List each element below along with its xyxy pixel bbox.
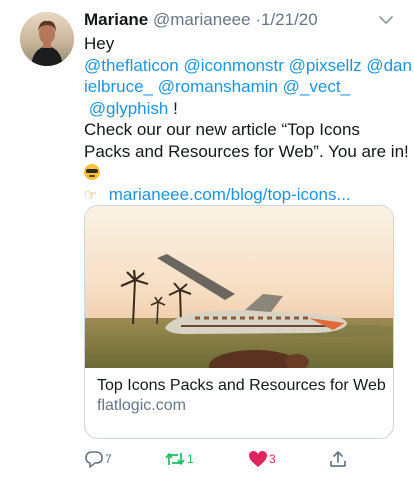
greeting-text: Hey [84,34,115,53]
like-count: 3 [269,452,276,466]
emoji-line [84,162,402,184]
link-preview-card[interactable]: Top Icons Packs and Resources for Web fl… [84,205,394,439]
exclaim-text: ! [168,98,178,118]
card-info: Top Icons Packs and Resources for Web fl… [97,376,387,416]
tweet-actions: 7 1 3 [84,448,404,470]
card-image[interactable] [85,206,394,368]
retweet-button[interactable]: 1 [164,448,194,470]
mentions-link[interactable]: @theflaticon @iconmonstr @pixsellz @dan [84,55,412,77]
reply-icon [85,451,103,468]
card-title[interactable]: Top Icons Packs and Resources for Web [97,376,387,395]
link-line: ☞ marianeee.com/blog/top-icons... [84,184,402,206]
caret-down-icon[interactable] [378,14,394,26]
like-button[interactable]: 3 [248,448,276,470]
article-link[interactable]: marianeee.com/blog/top-icons... [109,185,351,204]
tweet[interactable]: Mariane @marianeee ·1/21/20 Hey @theflat… [0,0,414,477]
heart-icon [249,451,267,467]
share-button[interactable] [329,448,347,470]
reply-count: 7 [105,452,112,466]
mention-glyphish-link[interactable]: @glyphish [89,99,169,118]
share-icon [330,451,346,467]
retweet-count: 1 [187,452,194,466]
author-name[interactable]: Mariane [84,10,148,29]
tweet-date[interactable]: 1/21/20 [261,10,318,29]
sunglasses-emoji-icon [84,164,100,180]
retweet-icon [165,453,185,465]
article-text: Check our our new article “Top Icons [84,120,360,139]
tweet-header: Mariane @marianeee ·1/21/20 [84,9,318,31]
mentions-line: @glyphish ! [84,98,402,120]
card-domain: flatlogic.com [97,397,186,414]
pointing-right-emoji-icon: ☞ [84,186,98,204]
article-text: Packs and Resources for Web”. You are in… [84,141,409,161]
reply-button[interactable]: 7 [84,448,112,470]
mentions-link[interactable]: ielbruce_ @romanshamin @_vect_ [84,76,402,98]
author-handle[interactable]: @marianeee [153,10,251,29]
tweet-body: Hey @theflaticon @iconmonstr @pixsellz @… [84,33,412,206]
avatar[interactable] [20,12,74,66]
